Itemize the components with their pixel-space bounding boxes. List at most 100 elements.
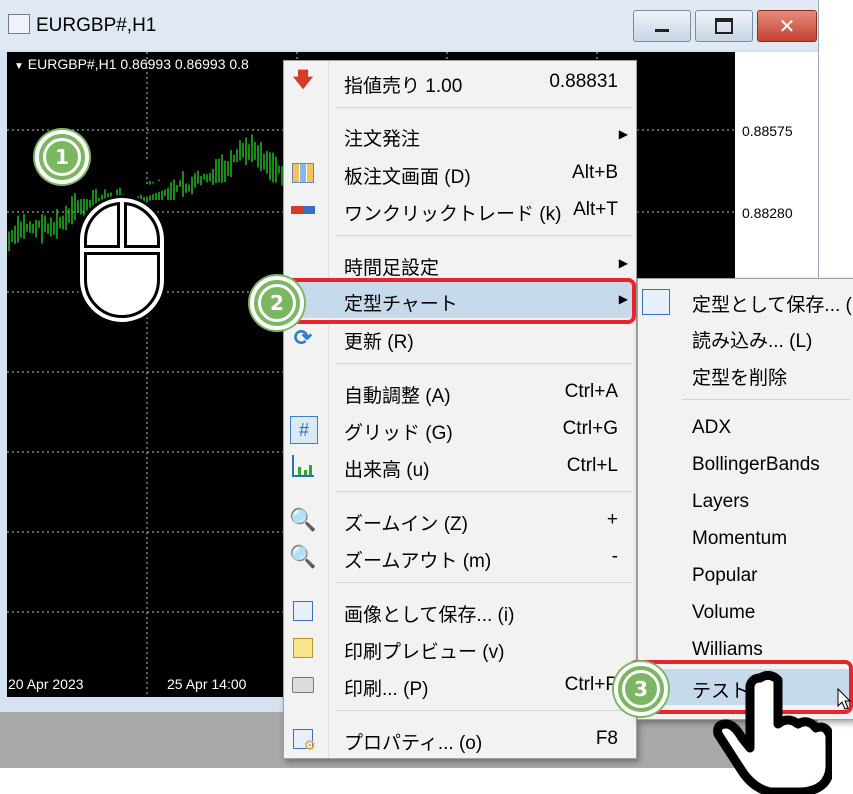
menu-item-sell-limit[interactable]: 🡇 指値売り 1.00 0.88831 [284, 64, 636, 100]
menu-separator [682, 399, 850, 400]
properties-icon: ⚙ [290, 726, 316, 753]
menu-item-label: 板注文画面 (D) [344, 167, 471, 188]
menu-separator [336, 582, 632, 583]
menu-separator [336, 491, 632, 492]
menu-item-print-preview[interactable]: 印刷プレビュー (v) [284, 630, 636, 666]
print-preview-icon [290, 635, 316, 661]
menu-item-label: 指値売り 1.00 [344, 76, 463, 97]
zoom-in-icon: 🔍 [289, 507, 317, 532]
menu-item-shortcut: Ctrl+A [564, 381, 618, 402]
grid-icon: # [290, 416, 318, 444]
menu-item-refresh[interactable]: ⟳ 更新 (R) [284, 320, 636, 356]
submenu-item-save-template[interactable]: 定型として保存... (S [638, 283, 853, 319]
template-submenu: 定型として保存... (S 読み込み... (L) 定型を削除 ADX Boll… [637, 278, 853, 720]
menu-item-shortcut: Ctrl+P [564, 674, 618, 695]
step3-badge: 3 [614, 662, 668, 716]
menu-item-label: 印刷... (P) [344, 679, 429, 700]
menu-separator [336, 235, 632, 236]
submenu-item-load-template[interactable]: 読み込み... (L) [638, 319, 853, 355]
submenu-item-remove-template[interactable]: 定型を削除 [638, 356, 853, 392]
menu-item-shortcut: Alt+T [573, 199, 618, 220]
menu-item-print[interactable]: 印刷... (P) Ctrl+P [284, 667, 636, 703]
minimize-button[interactable] [633, 10, 691, 42]
menu-item-new-order[interactable]: 注文発注 ▶ [284, 117, 636, 153]
pointing-hand-icon [713, 670, 832, 794]
submenu-item-layers[interactable]: Layers [638, 484, 853, 520]
menu-separator [336, 363, 632, 364]
menu-item-shortcut: F8 [595, 728, 618, 749]
menu-separator [336, 710, 632, 711]
time-label: 25 Apr 14:00 [167, 676, 247, 692]
depth-of-market-icon [290, 160, 316, 186]
print-icon [290, 672, 316, 698]
time-label: 20 Apr 2023 [8, 676, 84, 692]
close-icon: ✕ [778, 14, 796, 38]
submenu-item-label: Layers [692, 491, 750, 512]
step2-badge: 2 [250, 276, 304, 330]
submenu-item-label: Williams [692, 639, 763, 660]
submenu-item-adx[interactable]: ADX [638, 410, 853, 446]
menu-item-zoom-out[interactable]: 🔍 ズームアウト (m) - [284, 539, 636, 575]
menu-item-label: プロパティ... (o) [344, 733, 483, 754]
refresh-icon: ⟳ [293, 325, 313, 350]
chart-menu-triangle-icon[interactable]: ▼ [14, 61, 24, 72]
menu-item-depth-of-market[interactable]: 板注文画面 (D) Alt+B [284, 155, 636, 191]
chart-window-icon [8, 14, 30, 34]
menu-item-label: 画像として保存... (i) [344, 605, 515, 626]
maximize-icon [715, 18, 733, 34]
save-picture-icon [290, 598, 316, 624]
menu-item-shortcut: 0.88831 [549, 71, 618, 92]
menu-item-label: ズームイン (Z) [344, 514, 468, 535]
title-bar[interactable]: EURGBP#,H1 ✕ [0, 0, 818, 50]
submenu-arrow-icon: ▶ [618, 256, 628, 270]
submenu-item-label: 読み込み... (L) [692, 331, 813, 352]
price-label: 0.88575 [742, 123, 793, 139]
menu-item-shortcut: - [611, 546, 618, 567]
submenu-item-label: Momentum [692, 528, 788, 549]
menu-item-shortcut: Alt+B [572, 162, 618, 183]
submenu-item-volume[interactable]: Volume [638, 595, 853, 631]
menu-item-label: 注文発注 [344, 129, 421, 150]
step1-badge: 1 [35, 130, 89, 184]
submenu-item-momentum[interactable]: Momentum [638, 521, 853, 557]
menu-item-shortcut: + [606, 509, 618, 530]
one-click-trading-icon [290, 197, 316, 223]
price-label: 0.88280 [742, 205, 793, 221]
menu-item-label: ズームアウト (m) [344, 551, 492, 572]
submenu-arrow-icon: ▶ [618, 127, 628, 141]
menu-item-timeframes[interactable]: 時間足設定 ▶ [284, 246, 636, 282]
submenu-item-bollingerbands[interactable]: BollingerBands [638, 447, 853, 483]
menu-item-grid[interactable]: # グリッド (G) Ctrl+G [284, 411, 636, 447]
menu-item-volumes[interactable]: 出来高 (u) Ctrl+L [284, 448, 636, 484]
submenu-item-label: BollingerBands [692, 454, 820, 475]
window-title: EURGBP#,H1 [36, 15, 157, 36]
menu-item-properties[interactable]: ⚙ プロパティ... (o) F8 [284, 721, 636, 757]
menu-item-label: 印刷プレビュー (v) [344, 642, 505, 663]
minimize-icon [655, 28, 669, 32]
submenu-item-popular[interactable]: Popular [638, 558, 853, 594]
menu-item-autoscroll[interactable]: 自動調整 (A) Ctrl+A [284, 374, 636, 410]
close-button[interactable]: ✕ [757, 10, 817, 42]
step2-highlight [262, 278, 636, 324]
menu-item-shortcut: Ctrl+G [562, 418, 618, 439]
submenu-item-label: Volume [692, 602, 756, 623]
menu-separator [336, 107, 632, 108]
zoom-out-icon: 🔍 [289, 544, 317, 569]
submenu-item-label: 定型を削除 [692, 368, 788, 389]
maximize-button[interactable] [695, 10, 753, 42]
menu-item-save-as-picture[interactable]: 画像として保存... (i) [284, 593, 636, 629]
menu-item-label: グリッド (G) [344, 423, 453, 444]
submenu-item-label: ADX [692, 417, 732, 438]
menu-item-label: 更新 (R) [344, 332, 414, 353]
menu-item-label: ワンクリックトレード (k) [344, 204, 562, 225]
submenu-item-label: Popular [692, 565, 758, 586]
chart-header-label: ▼ EURGBP#,H1 0.86993 0.86993 0.8 [14, 56, 249, 72]
mouse-cursor-icon [837, 688, 852, 710]
chart-context-menu: 🡇 指値売り 1.00 0.88831 注文発注 ▶ 板注文画面 (D) Alt… [283, 60, 637, 759]
sell-arrow-icon: 🡇 [292, 69, 314, 91]
menu-item-zoom-in[interactable]: 🔍 ズームイン (Z) + [284, 502, 636, 538]
submenu-item-label: 定型として保存... (S [692, 295, 853, 316]
menu-item-one-click-trading[interactable]: ワンクリックトレード (k) Alt+T [284, 192, 636, 228]
menu-item-label: 自動調整 (A) [344, 386, 451, 407]
menu-item-label: 出来高 (u) [344, 460, 430, 481]
